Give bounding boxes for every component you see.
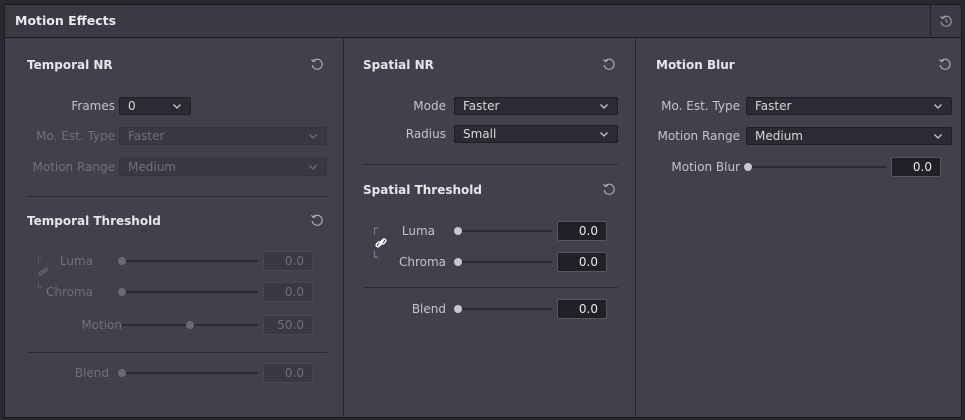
- spatial-chroma-slider-knob[interactable]: [454, 258, 462, 266]
- mode-dropdown[interactable]: Faster: [454, 97, 618, 115]
- chevron-down-icon: [309, 165, 317, 170]
- spatial-blend-slider-track[interactable]: [458, 308, 552, 310]
- spatial-column: Spatial NR Mode Faster Radius Small Spat…: [344, 38, 636, 417]
- temporal-mo-est-type-label: Mo. Est. Type: [36, 129, 115, 143]
- temporal-motion-label: Motion: [81, 318, 122, 332]
- temporal-threshold-reset-button[interactable]: [310, 213, 324, 227]
- chevron-down-icon: [934, 104, 942, 109]
- spatial-chroma-value[interactable]: 0.0: [557, 252, 607, 272]
- link-icon[interactable]: [375, 237, 387, 249]
- temporal-motion-range-label: Motion Range: [32, 160, 115, 174]
- temporal-threshold-title: Temporal Threshold: [27, 214, 161, 228]
- spatial-chroma-label: Chroma: [398, 255, 446, 269]
- blur-mo-est-type-value: Faster: [755, 99, 792, 113]
- temporal-blend-slider-knob[interactable]: [118, 369, 126, 377]
- spatial-blend-value[interactable]: 0.0: [557, 299, 607, 319]
- spatial-nr-reset-button[interactable]: [602, 57, 616, 71]
- temporal-motion-range-value: Medium: [128, 160, 176, 174]
- spatial-chroma-slider-track[interactable]: [458, 261, 552, 263]
- temporal-blend-slider-track[interactable]: [122, 372, 258, 374]
- temporal-mo-est-type-value: Faster: [128, 129, 165, 143]
- motion-blur-label: Motion Blur: [671, 160, 740, 174]
- temporal-luma-slider-track[interactable]: [122, 260, 258, 262]
- motion-blur-value[interactable]: 0.0: [891, 157, 941, 177]
- motion-blur-slider-knob[interactable]: [744, 163, 752, 171]
- motion-effects-panel: Motion Effects Temporal NR Frames 0 Mo. …: [4, 4, 962, 418]
- chevron-down-icon: [934, 134, 942, 139]
- section-divider: [363, 164, 618, 165]
- section-divider: [27, 352, 327, 353]
- panel-header: Motion Effects: [5, 5, 961, 38]
- chevron-down-icon: [173, 104, 181, 109]
- temporal-chroma-slider-track[interactable]: [122, 291, 258, 293]
- mode-label: Mode: [413, 99, 446, 113]
- reset-icon: [311, 58, 323, 70]
- motion-blur-slider-track[interactable]: [748, 166, 886, 168]
- temporal-chroma-slider-knob[interactable]: [118, 288, 126, 296]
- reset-icon: [603, 58, 615, 70]
- link-bracket-bottom: └: [35, 281, 42, 294]
- temporal-blend-label: Blend: [74, 366, 109, 380]
- temporal-mo-est-type-dropdown[interactable]: Faster: [119, 127, 327, 145]
- frames-dropdown[interactable]: 0: [119, 97, 191, 115]
- panel-reset-button[interactable]: [930, 5, 961, 36]
- temporal-nr-reset-button[interactable]: [310, 57, 324, 71]
- reset-icon: [311, 214, 323, 226]
- temporal-motion-slider-knob[interactable]: [186, 321, 194, 329]
- frames-value: 0: [128, 99, 136, 113]
- temporal-motion-value[interactable]: 50.0: [263, 315, 313, 335]
- section-divider: [363, 287, 618, 288]
- reset-icon: [939, 14, 953, 28]
- temporal-blend-value[interactable]: 0.0: [263, 363, 313, 383]
- radius-value: Small: [463, 127, 497, 141]
- link-bracket-top: ┌: [35, 252, 42, 265]
- section-divider: [27, 196, 327, 197]
- panel-title: Motion Effects: [15, 13, 117, 28]
- chevron-down-icon: [309, 134, 317, 139]
- link-bracket-bottom: └: [371, 251, 378, 264]
- motion-blur-reset-button[interactable]: [938, 57, 952, 71]
- spatial-luma-slider-track[interactable]: [458, 230, 552, 232]
- chevron-down-icon: [600, 132, 608, 137]
- link-bracket-top: ┌: [371, 222, 378, 235]
- temporal-motion-range-dropdown[interactable]: Medium: [119, 158, 327, 176]
- spatial-luma-slider-knob[interactable]: [454, 227, 462, 235]
- motion-blur-title: Motion Blur: [656, 58, 735, 72]
- blur-mo-est-type-dropdown[interactable]: Faster: [746, 97, 952, 115]
- spatial-threshold-title: Spatial Threshold: [363, 183, 482, 197]
- blur-mo-est-type-label: Mo. Est. Type: [661, 99, 740, 113]
- radius-dropdown[interactable]: Small: [454, 125, 618, 143]
- blur-motion-range-value: Medium: [755, 129, 803, 143]
- temporal-luma-value[interactable]: 0.0: [263, 251, 313, 271]
- reset-icon: [939, 58, 951, 70]
- chevron-down-icon: [600, 104, 608, 109]
- spatial-threshold-reset-button[interactable]: [602, 182, 616, 196]
- motion-blur-column: Motion Blur Mo. Est. Type Faster Motion …: [636, 38, 961, 417]
- frames-label: Frames: [71, 99, 115, 113]
- reset-icon: [603, 183, 615, 195]
- link-icon[interactable]: [38, 266, 49, 277]
- temporal-nr-title: Temporal NR: [27, 58, 113, 72]
- spatial-luma-label: Luma: [401, 224, 435, 238]
- blur-motion-range-label: Motion Range: [657, 129, 740, 143]
- mode-value: Faster: [463, 99, 500, 113]
- spatial-blend-slider-knob[interactable]: [454, 305, 462, 313]
- radius-label: Radius: [405, 127, 446, 141]
- temporal-luma-slider-knob[interactable]: [118, 257, 126, 265]
- temporal-luma-label: Luma: [59, 254, 93, 268]
- temporal-chroma-label: Chroma: [45, 285, 93, 299]
- spatial-nr-title: Spatial NR: [363, 58, 434, 72]
- temporal-chroma-value[interactable]: 0.0: [263, 282, 313, 302]
- temporal-column: Temporal NR Frames 0 Mo. Est. Type Faste…: [5, 38, 344, 417]
- spatial-blend-label: Blend: [411, 302, 446, 316]
- spatial-luma-value[interactable]: 0.0: [557, 221, 607, 241]
- blur-motion-range-dropdown[interactable]: Medium: [746, 127, 952, 145]
